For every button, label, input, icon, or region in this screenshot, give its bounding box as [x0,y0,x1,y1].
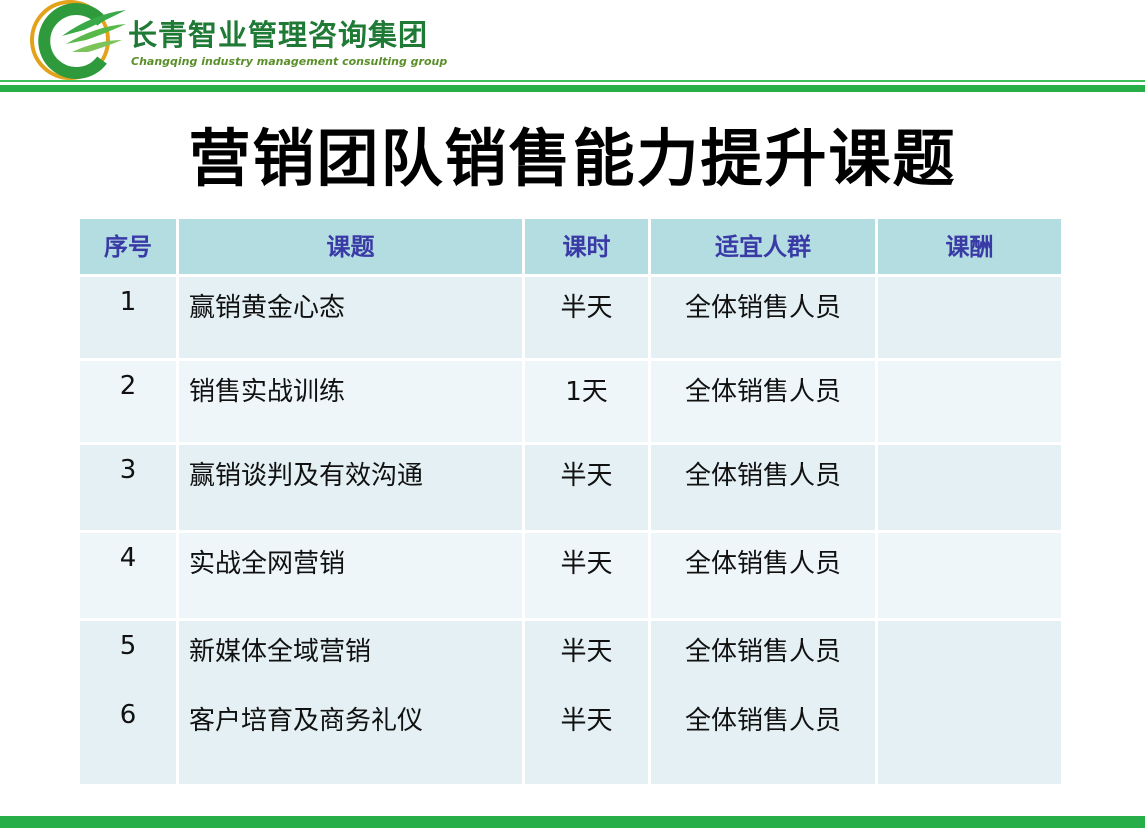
row-6-audience: 全体销售人员 [684,706,841,736]
footer-divider [0,816,1145,828]
row-1-audience: 全体销售人员 [651,277,875,358]
row-2-no: 2 [80,361,176,442]
col-header-audience: 适宜人群 [651,219,875,274]
col-header-no: 序号 [80,219,176,274]
row-2-audience: 全体销售人员 [651,361,875,442]
row-3-no: 3 [80,445,176,530]
row-5-duration: 半天 [560,637,613,667]
row-6-topic: 客户培育及商务礼仪 [189,706,424,736]
row-5-audience: 全体销售人员 [684,637,841,667]
row-4-audience: 全体销售人员 [651,533,875,618]
row-3-fee [878,445,1061,530]
company-logo-icon [30,0,126,80]
row-4-fee [878,533,1061,618]
row-4-duration: 半天 [525,533,648,618]
brand-name-cn: 长青智业管理咨询集团 [128,18,429,52]
row-3-audience: 全体销售人员 [651,445,875,530]
row-6-no: 6 [119,700,137,730]
col-header-topic: 课题 [179,219,522,274]
row-5-no: 5 [119,631,137,661]
row-4-topic: 实战全网营销 [179,533,522,618]
course-table: 序号 课题 课时 适宜人群 课酬 1 赢销黄金心态 半天 全体销售人员 2 销售… [80,219,1061,784]
header-divider-thin [0,80,1145,82]
row-3-topic: 赢销谈判及有效沟通 [179,445,522,530]
row-1-duration: 半天 [525,277,648,358]
header-divider [0,85,1145,92]
brand-name-en: Changqing industry management consulting… [131,55,448,68]
row-3-duration: 半天 [525,445,648,530]
row-5-fee [878,621,1061,681]
row-2-fee [878,361,1061,442]
row-1-fee [878,277,1061,358]
page-title: 营销团队销售能力提升课题 [188,122,957,195]
row-5-topic: 新媒体全域营销 [189,637,372,667]
row-4-no: 4 [80,533,176,618]
row-6-duration: 半天 [560,706,613,736]
row-1-topic: 赢销黄金心态 [179,277,522,358]
row-6-fee [878,690,1061,750]
row-2-duration: 1天 [525,361,648,442]
col-header-duration: 课时 [525,219,648,274]
row-1-no: 1 [80,277,176,358]
row-2-topic: 销售实战训练 [179,361,522,442]
col-header-fee: 课酬 [878,219,1061,274]
